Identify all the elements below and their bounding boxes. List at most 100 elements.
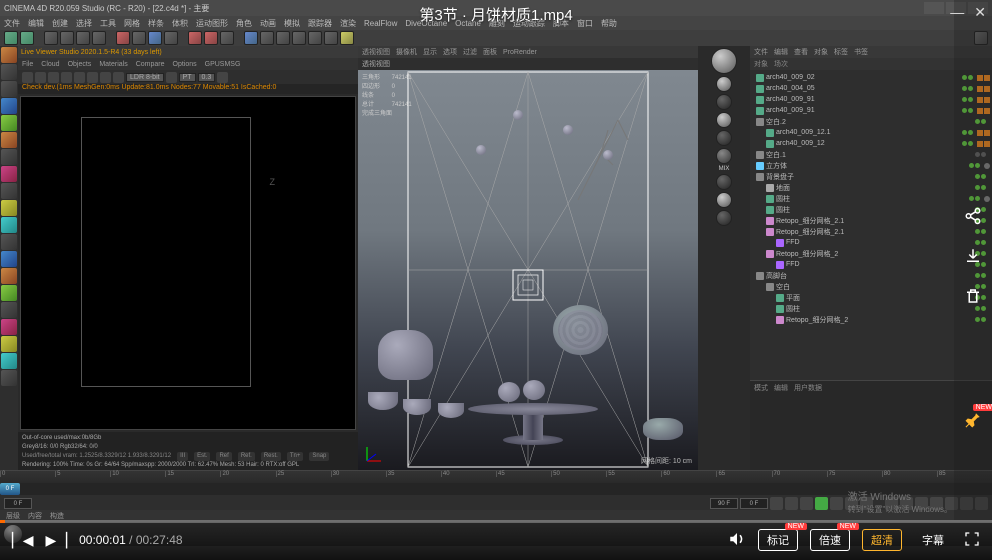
edge-mode-icon[interactable] (1, 115, 17, 131)
rotate-tool-icon[interactable] (92, 31, 106, 45)
menu-item[interactable]: 渲染 (340, 18, 356, 29)
tool-icon[interactable] (1, 268, 17, 284)
win-min-icon[interactable] (924, 2, 944, 14)
stat-btn[interactable]: Rest. (261, 452, 281, 461)
menu-item[interactable]: 文件 (4, 18, 20, 29)
next-frame-icon[interactable] (830, 497, 843, 510)
lv-clay-icon[interactable] (100, 72, 111, 83)
timeline-slider[interactable]: 0 F (0, 483, 992, 495)
axis-icon[interactable] (1, 149, 17, 165)
vp-tab[interactable]: 显示 (423, 47, 437, 57)
prev-frame-icon[interactable] (800, 497, 813, 510)
vp-tab[interactable]: 摄像机 (396, 47, 417, 57)
material-preview[interactable] (716, 210, 732, 226)
stat-btn[interactable]: Ref. (238, 452, 255, 461)
menu-item[interactable]: 角色 (236, 18, 252, 29)
material-preview[interactable] (716, 192, 732, 208)
scale-tool-icon[interactable] (76, 31, 90, 45)
volume-icon[interactable] (728, 530, 746, 551)
share-icon[interactable] (963, 206, 983, 226)
lv-channel-icon[interactable] (166, 72, 177, 83)
light-icon[interactable] (340, 31, 354, 45)
menu-item[interactable]: 窗口 (577, 18, 593, 29)
start-frame[interactable]: 0 F (4, 498, 32, 509)
tool-icon[interactable] (1, 251, 17, 267)
stat-btn[interactable]: Ref (216, 452, 231, 461)
menu-item[interactable]: 运动图形 (196, 18, 228, 29)
coord-icon[interactable] (164, 31, 178, 45)
z-axis-icon[interactable] (148, 31, 162, 45)
x-axis-icon[interactable] (116, 31, 130, 45)
close-icon[interactable]: ✕ (974, 4, 986, 21)
snap-icon[interactable] (1, 166, 17, 182)
prev-key-icon[interactable] (785, 497, 798, 510)
mark-button[interactable]: 标记NEW (758, 529, 798, 551)
minimize-icon[interactable]: — (950, 4, 964, 21)
perspective-viewport[interactable]: 三角形 742141 四边形 0 线条 0 总计 742141 完成三角面 网格… (358, 70, 698, 470)
material-preview[interactable] (716, 94, 732, 110)
menu-item[interactable]: 体积 (172, 18, 188, 29)
render-settings-icon[interactable] (220, 31, 234, 45)
cube-icon[interactable] (244, 31, 258, 45)
stat-btn[interactable]: Snap (309, 452, 329, 461)
select-tool-icon[interactable] (44, 31, 58, 45)
material-preview[interactable] (716, 174, 732, 190)
menu-item[interactable]: 创建 (52, 18, 68, 29)
attr-tab[interactable]: 模式 (754, 383, 768, 393)
deformer-icon[interactable] (292, 31, 306, 45)
om-tab[interactable]: 书签 (854, 47, 868, 57)
tool-icon[interactable] (1, 285, 17, 301)
attr-tab[interactable]: 编辑 (774, 383, 788, 393)
quality-button[interactable]: 超清 (862, 529, 902, 551)
play-icon[interactable] (815, 497, 828, 510)
lv-pause-icon[interactable] (48, 72, 59, 83)
delete-icon[interactable] (963, 286, 983, 306)
lock-icon[interactable] (1, 200, 17, 216)
generator-icon[interactable] (276, 31, 290, 45)
stat-btn[interactable]: Tn+ (287, 452, 304, 461)
menu-item[interactable]: 跟踪器 (308, 18, 332, 29)
camera-icon[interactable] (324, 31, 338, 45)
pt-select[interactable]: PT (179, 73, 196, 82)
material-preview[interactable] (716, 76, 732, 92)
om-tab[interactable]: 标签 (834, 47, 848, 57)
vp-tab[interactable]: 过滤 (463, 47, 477, 57)
timeline-ruler[interactable]: 051015202530354045505560657075808590 (0, 471, 992, 483)
redo-icon[interactable] (20, 31, 34, 45)
lv-tab[interactable]: Materials (99, 61, 127, 68)
lv-lock-icon[interactable] (74, 72, 85, 83)
download-icon[interactable] (963, 246, 983, 266)
pin-icon[interactable]: NEW (963, 410, 983, 430)
goto-start-icon[interactable] (770, 497, 783, 510)
menu-item[interactable]: 帮助 (601, 18, 617, 29)
menu-item[interactable]: 网格 (124, 18, 140, 29)
live-viewer-viewport[interactable]: Z (20, 96, 356, 430)
om-subtab[interactable]: 对象 (754, 59, 768, 69)
tool-icon[interactable] (1, 353, 17, 369)
menu-item[interactable]: 选择 (76, 18, 92, 29)
end-frame[interactable]: 90 F (710, 498, 738, 509)
stat-btn[interactable]: Est. (194, 452, 210, 461)
environment-icon[interactable] (308, 31, 322, 45)
texture-mode-icon[interactable] (1, 81, 17, 97)
lv-tab[interactable]: Cloud (41, 61, 59, 68)
lv-tab[interactable]: Compare (136, 61, 165, 68)
render-region-icon[interactable] (204, 31, 218, 45)
spline-icon[interactable] (260, 31, 274, 45)
move-tool-icon[interactable] (60, 31, 74, 45)
vp-tab[interactable]: 透视视图 (362, 47, 390, 57)
om-tab[interactable]: 编辑 (774, 47, 788, 57)
tool-icon[interactable] (1, 234, 17, 250)
lv-tab[interactable]: Options (173, 61, 197, 68)
lv-settings-icon[interactable] (217, 72, 228, 83)
next-video-icon[interactable]: ▶▕ (46, 532, 68, 549)
lv-stop-icon[interactable] (35, 72, 46, 83)
menu-item[interactable]: 编辑 (28, 18, 44, 29)
tool-icon[interactable] (1, 336, 17, 352)
lv-tab[interactable]: GPUSMSG (205, 61, 241, 68)
prev-video-icon[interactable]: ▏◀ (12, 532, 34, 549)
om-tab[interactable]: 查看 (794, 47, 808, 57)
vp-tab[interactable]: 选项 (443, 47, 457, 57)
lv-tab[interactable]: Objects (68, 61, 92, 68)
workplane-icon[interactable] (1, 183, 17, 199)
